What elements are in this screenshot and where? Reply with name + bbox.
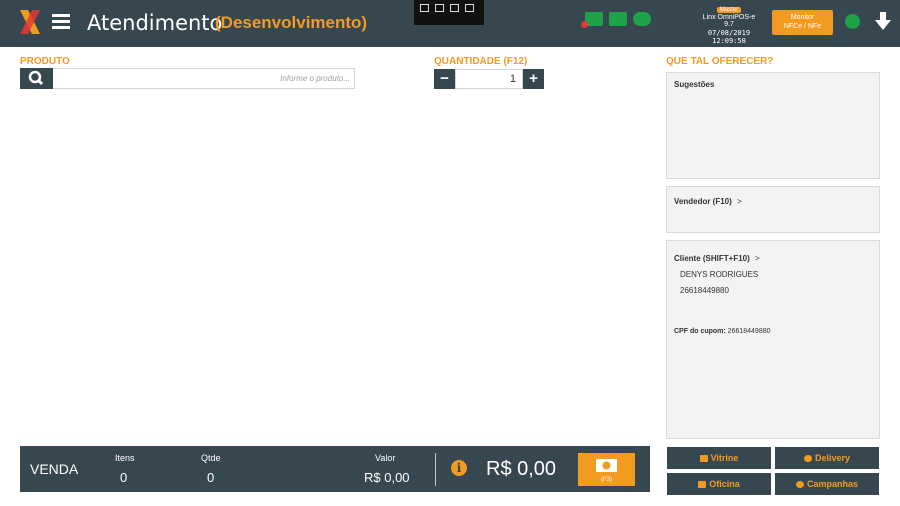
- sale-label: VENDA: [30, 461, 79, 477]
- oficina-label: Oficina: [709, 479, 740, 489]
- customer-document: 26618449880: [680, 286, 729, 295]
- sale-total: R$ 0,00: [486, 458, 557, 480]
- quantity-label: QUANTIDADE (F12): [434, 56, 528, 67]
- chat-icon[interactable]: [633, 12, 651, 26]
- campanhas-label: Campanhas: [806, 479, 859, 489]
- top-bar: Atendimento (Desenvolvimento) Master Lin…: [0, 0, 900, 47]
- cpf-label: CPF do cupom:: [674, 328, 726, 335]
- search-icon: [28, 70, 44, 86]
- items-value: 0: [120, 470, 128, 485]
- vitrine-label: Vitrine: [710, 453, 739, 463]
- cpf-value: 26618449880: [727, 328, 771, 335]
- payment-hotkey: (F3): [601, 477, 612, 483]
- environment-label: (Desenvolvimento): [215, 13, 368, 32]
- money-icon: [596, 459, 617, 472]
- cart-badge: [581, 21, 588, 28]
- cart-status[interactable]: [581, 12, 603, 28]
- product-label: PRODUTO: [20, 56, 70, 67]
- monitor-button-line2: NFCe / NFe: [783, 23, 822, 30]
- environment-badge: Master: [716, 7, 742, 13]
- vitrine-button[interactable]: Vitrine: [667, 447, 771, 469]
- linx-logo-icon: [20, 10, 40, 34]
- oficina-button[interactable]: Oficina: [667, 473, 771, 495]
- suggestions-section-label: QUE TAL OFERECER?: [666, 56, 774, 67]
- quantity-increase-button[interactable]: +: [523, 69, 544, 89]
- seller-panel[interactable]: Vendedor (F10) >: [666, 186, 880, 233]
- quantity-total-label: Qtde: [201, 453, 221, 463]
- page-title: Atendimento: [87, 11, 223, 35]
- sale-summary-bar: VENDA Itens 0 Qtde 0 Valor R$ 0,00 i R$ …: [20, 446, 650, 492]
- delivery-label: Delivery: [814, 453, 851, 463]
- floating-toolbar[interactable]: [414, 0, 484, 25]
- version-label: Linx OmniPOS-e 9.7: [702, 14, 756, 28]
- toolbar-icon-3[interactable]: [450, 4, 459, 12]
- suggestions-title: Sugestões: [674, 80, 715, 89]
- chevron-right-icon: >: [755, 254, 760, 263]
- customer-label: Cliente (SHIFT+F10) >: [674, 254, 760, 263]
- monitor-button-line1: Monitor: [790, 14, 815, 21]
- product-search-input[interactable]: Informe o produto...: [53, 68, 355, 89]
- value-label: Valor: [375, 453, 396, 463]
- quantity-input[interactable]: 1: [455, 69, 523, 89]
- delivery-button[interactable]: Delivery: [775, 447, 879, 469]
- menu-icon[interactable]: [52, 14, 70, 30]
- customer-label-text: Cliente (SHIFT+F10): [674, 254, 750, 263]
- customer-panel[interactable]: Cliente (SHIFT+F10) > DENYS RODRIGUES 26…: [666, 240, 880, 439]
- status-icons: [581, 12, 651, 28]
- connection-globe-icon[interactable]: [845, 14, 860, 29]
- datetime-label: 07/08/2019 12:09:58: [707, 29, 751, 45]
- scissors-icon: [698, 481, 707, 489]
- search-button[interactable]: [20, 68, 53, 89]
- arrow-down-icon[interactable]: [875, 12, 891, 30]
- customer-name: DENYS RODRIGUES: [680, 270, 759, 279]
- divider: [435, 453, 436, 486]
- cpf-line: CPF do cupom: 26618449880: [674, 328, 771, 335]
- toolbar-icon-2[interactable]: [435, 4, 444, 12]
- monitor-nfce-button[interactable]: Monitor NFCe / NFe: [772, 10, 833, 35]
- cloud-icon: [803, 455, 812, 463]
- quantity-decrease-button[interactable]: −: [434, 69, 455, 89]
- chevron-right-icon: >: [737, 197, 742, 206]
- seller-label-text: Vendedor (F10): [674, 197, 732, 206]
- seller-label: Vendedor (F10) >: [674, 197, 742, 206]
- info-icon[interactable]: i: [451, 460, 467, 476]
- monitor-status-icon[interactable]: [609, 12, 627, 26]
- truck-icon: [699, 455, 708, 463]
- toolbar-icon-1[interactable]: [420, 4, 429, 12]
- system-status: Master Linx OmniPOS-e 9.7 07/08/2019 12:…: [697, 6, 761, 45]
- value-amount: R$ 0,00: [364, 470, 410, 485]
- quantity-total-value: 0: [207, 470, 215, 485]
- suggestions-panel: Sugestões: [666, 72, 880, 179]
- campanhas-button[interactable]: Campanhas: [775, 473, 879, 495]
- payment-button[interactable]: (F3): [578, 453, 635, 486]
- campaign-icon: [795, 481, 804, 489]
- toolbar-icon-4[interactable]: [465, 4, 474, 12]
- items-label: Itens: [115, 453, 135, 463]
